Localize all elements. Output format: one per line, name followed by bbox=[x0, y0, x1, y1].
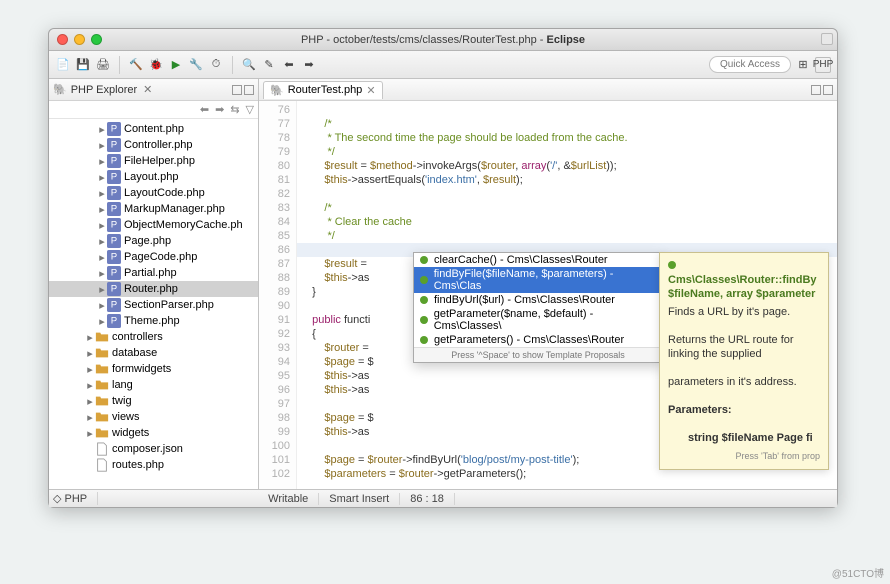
tree-item[interactable]: ▸PMarkupManager.php bbox=[49, 201, 258, 217]
svg-text:P: P bbox=[111, 284, 117, 295]
tree-item[interactable]: ▸PLayoutCode.php bbox=[49, 185, 258, 201]
maximize-view-icon[interactable] bbox=[244, 85, 254, 95]
svg-text:P: P bbox=[111, 140, 117, 151]
corner-button[interactable] bbox=[821, 33, 833, 45]
autocomplete-popup[interactable]: clearCache() - Cms\Classes\RouterfindByF… bbox=[413, 252, 663, 363]
tree-item[interactable]: ▸PTheme.php bbox=[49, 313, 258, 329]
autocomplete-footer: Press '^Space' to show Template Proposal… bbox=[414, 347, 662, 362]
svg-text:P: P bbox=[111, 172, 117, 183]
tree-item[interactable]: ▸PFileHelper.php bbox=[49, 153, 258, 169]
tree-item[interactable]: composer.json bbox=[49, 441, 258, 457]
tree-item[interactable]: ▸PSectionParser.php bbox=[49, 297, 258, 313]
tab-routertest[interactable]: 🐘 RouterTest.php ✕ bbox=[263, 81, 383, 99]
debug-icon[interactable]: 🐞 bbox=[148, 57, 164, 73]
line-gutter: 7677787980818283848586878889909192939495… bbox=[259, 101, 297, 489]
tree-item[interactable]: ▸views bbox=[49, 409, 258, 425]
minimize-editor-icon[interactable] bbox=[811, 85, 821, 95]
tree-item[interactable]: ▸PLayout.php bbox=[49, 169, 258, 185]
autocomplete-item[interactable]: findByFile($fileName, $parameters) - Cms… bbox=[414, 267, 662, 293]
link-editor-icon[interactable]: ⇆ bbox=[230, 103, 239, 116]
autocomplete-item[interactable]: findByUrl($url) - Cms\Classes\Router bbox=[414, 293, 662, 307]
tree-item[interactable]: ▸PObjectMemoryCache.ph bbox=[49, 217, 258, 233]
titlebar: PHP - october/tests/cms/classes/RouterTe… bbox=[49, 29, 837, 51]
php-icon: 🐘 bbox=[53, 83, 67, 96]
wand-icon[interactable]: ✎ bbox=[261, 57, 277, 73]
status-lang: PHP bbox=[65, 493, 88, 505]
fwd-icon[interactable]: ➡ bbox=[215, 103, 224, 116]
svg-text:P: P bbox=[111, 236, 117, 247]
run-icon[interactable]: ▶ bbox=[168, 57, 184, 73]
editor-area: 🐘 RouterTest.php ✕ 767778798081828384858… bbox=[259, 79, 837, 489]
tree-item[interactable]: ▸PController.php bbox=[49, 137, 258, 153]
build-icon[interactable]: 🔨 bbox=[128, 57, 144, 73]
back-icon[interactable]: ⬅ bbox=[200, 103, 209, 116]
close-view-icon[interactable]: ✕ bbox=[143, 83, 152, 96]
svg-text:P: P bbox=[111, 156, 117, 167]
open-perspective-icon[interactable]: ⊞ bbox=[795, 57, 811, 73]
explorer-title: PHP Explorer bbox=[71, 84, 137, 96]
php-file-icon: 🐘 bbox=[270, 84, 284, 97]
app-window: PHP - october/tests/cms/classes/RouterTe… bbox=[48, 28, 838, 508]
svg-text:P: P bbox=[111, 316, 117, 327]
profile-icon[interactable]: ⏱ bbox=[208, 57, 224, 73]
minimize-view-icon[interactable] bbox=[232, 85, 242, 95]
svg-text:P: P bbox=[111, 252, 117, 263]
tree-item[interactable]: ▸twig bbox=[49, 393, 258, 409]
close-icon[interactable] bbox=[57, 34, 68, 45]
tab-label: RouterTest.php bbox=[288, 84, 363, 96]
svg-text:P: P bbox=[111, 204, 117, 215]
tree-item[interactable]: ▸PContent.php bbox=[49, 121, 258, 137]
svg-text:P: P bbox=[111, 124, 117, 135]
quick-access[interactable]: Quick Access bbox=[709, 56, 791, 73]
explorer-toolbar: ⬅ ➡ ⇆ ▽ bbox=[49, 101, 258, 119]
autocomplete-item[interactable]: clearCache() - Cms\Classes\Router bbox=[414, 253, 662, 267]
file-tree[interactable]: ▸PContent.php▸PController.php▸PFileHelpe… bbox=[49, 119, 258, 489]
tree-item[interactable]: ▸PPage.php bbox=[49, 233, 258, 249]
tree-item[interactable]: ▸lang bbox=[49, 377, 258, 393]
tree-item[interactable]: routes.php bbox=[49, 457, 258, 473]
svg-text:P: P bbox=[111, 220, 117, 231]
watermark: @51CTO博 bbox=[832, 565, 884, 580]
editor-tabs: 🐘 RouterTest.php ✕ bbox=[259, 79, 837, 101]
tree-item[interactable]: ▸PPageCode.php bbox=[49, 249, 258, 265]
status-writable: Writable bbox=[258, 493, 319, 505]
status-insert: Smart Insert bbox=[319, 493, 400, 505]
tree-item[interactable]: ▸formwidgets bbox=[49, 361, 258, 377]
print-icon[interactable]: 🖨 bbox=[95, 57, 111, 73]
tree-item[interactable]: ▸widgets bbox=[49, 425, 258, 441]
search-icon[interactable]: 🔍 bbox=[241, 57, 257, 73]
svg-text:P: P bbox=[111, 300, 117, 311]
tree-item[interactable]: ▸database bbox=[49, 345, 258, 361]
traffic-lights bbox=[57, 34, 102, 45]
explorer-header: 🐘 PHP Explorer ✕ bbox=[49, 79, 258, 101]
svg-text:P: P bbox=[111, 268, 117, 279]
nav-fwd-icon[interactable]: ➡ bbox=[301, 57, 317, 73]
save-icon[interactable]: 💾 bbox=[75, 57, 91, 73]
window-title: PHP - october/tests/cms/classes/RouterTe… bbox=[49, 34, 837, 46]
nav-back-icon[interactable]: ⬅ bbox=[281, 57, 297, 73]
minimize-icon[interactable] bbox=[74, 34, 85, 45]
tree-item[interactable]: ▸controllers bbox=[49, 329, 258, 345]
status-bar: ◇ PHP Writable Smart Insert 86 : 18 bbox=[49, 489, 837, 507]
external-tools-icon[interactable]: 🔧 bbox=[188, 57, 204, 73]
maximize-editor-icon[interactable] bbox=[823, 85, 833, 95]
autocomplete-item[interactable]: getParameters() - Cms\Classes\Router bbox=[414, 333, 662, 347]
tree-item[interactable]: ▸PPartial.php bbox=[49, 265, 258, 281]
tree-item[interactable]: ▸PRouter.php bbox=[49, 281, 258, 297]
status-pos: 86 : 18 bbox=[400, 493, 455, 505]
main-toolbar: 📄 💾 🖨 🔨 🐞 ▶ 🔧 ⏱ 🔍 ✎ ⬅ ➡ Quick Access ⊞ P… bbox=[49, 51, 837, 79]
php-explorer-view: 🐘 PHP Explorer ✕ ⬅ ➡ ⇆ ▽ ▸PContent.php▸PCo… bbox=[49, 79, 259, 489]
svg-text:P: P bbox=[111, 188, 117, 199]
close-tab-icon[interactable]: ✕ bbox=[366, 84, 375, 97]
collapse-all-icon[interactable]: ▽ bbox=[246, 103, 254, 116]
zoom-icon[interactable] bbox=[91, 34, 102, 45]
main-body: 🐘 PHP Explorer ✕ ⬅ ➡ ⇆ ▽ ▸PContent.php▸PCo… bbox=[49, 79, 837, 489]
doc-tooltip: Cms\Classes\Router::findBy $fileName, ar… bbox=[659, 252, 829, 470]
new-icon[interactable]: 📄 bbox=[55, 57, 71, 73]
autocomplete-item[interactable]: getParameter($name, $default) - Cms\Clas… bbox=[414, 307, 662, 333]
php-perspective[interactable]: PHP bbox=[815, 57, 831, 73]
